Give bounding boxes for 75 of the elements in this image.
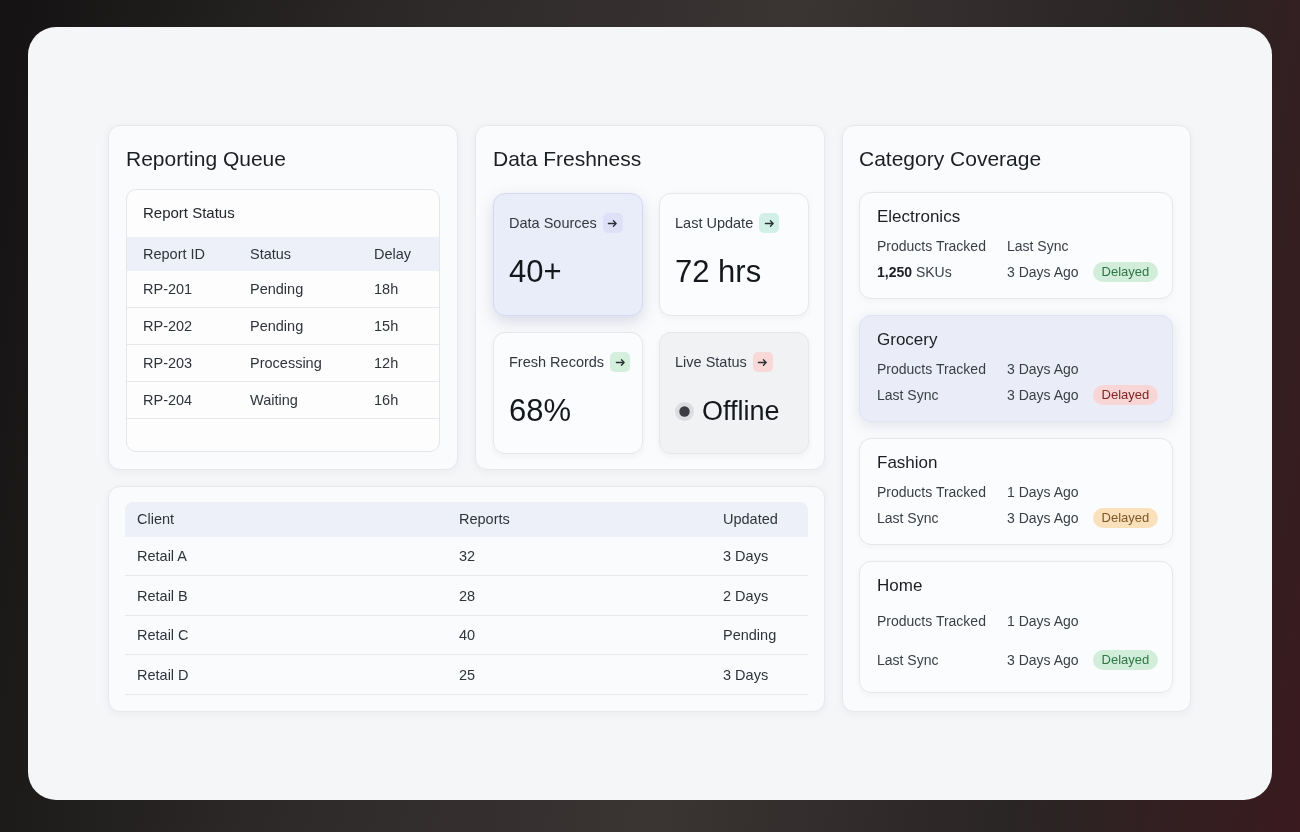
category-card[interactable]: Fashion Products Tracked 1 Days Ago Last Sync 3 Days Ago Delayed bbox=[859, 438, 1173, 545]
card-title: Data Freshness bbox=[493, 146, 643, 172]
table-cell-text: Waiting bbox=[250, 392, 299, 408]
table-cell-text: 16h bbox=[374, 392, 400, 408]
metric-label: Data Sources bbox=[509, 214, 597, 233]
column-header: Reports bbox=[459, 511, 511, 528]
table-cell-text: Retail B bbox=[137, 587, 189, 604]
metric-label: Last Update bbox=[675, 214, 754, 233]
category-detail: Last Sync bbox=[877, 650, 940, 670]
category-detail: 3 Days Ago bbox=[1007, 263, 1079, 282]
table-cell-text: Pending bbox=[723, 627, 778, 644]
category-name: Home bbox=[877, 575, 924, 597]
table-cell-text: 28 bbox=[459, 587, 477, 604]
column-header: Delay bbox=[374, 246, 413, 262]
category-name: Fashion bbox=[877, 452, 939, 474]
category-detail: 1,250 SKUs bbox=[877, 263, 953, 282]
status-badge: Delayed bbox=[1092, 649, 1159, 670]
table-cell-text: 3 Days bbox=[723, 666, 770, 683]
column-header: Client bbox=[137, 511, 176, 528]
category-detail: Last Sync bbox=[1007, 237, 1069, 256]
table-cell-text: 18h bbox=[374, 281, 400, 297]
category-detail: Last Sync bbox=[877, 509, 940, 528]
category-card[interactable]: Home Products Tracked 1 Days Ago Last Sync 3 Days Ago Delayed bbox=[859, 561, 1173, 693]
metric-label: Live Status bbox=[675, 353, 747, 372]
table-cell-text: Retail A bbox=[137, 547, 188, 564]
status-dot-icon bbox=[675, 401, 694, 421]
card-title: Category Coverage bbox=[859, 146, 1043, 172]
metric-value: 40+ bbox=[509, 253, 562, 291]
card-title: Reporting Queue bbox=[126, 146, 287, 172]
category-detail: Products Tracked bbox=[877, 483, 987, 502]
category-detail: Products Tracked bbox=[877, 237, 987, 256]
table-cell-text: Processing bbox=[250, 355, 323, 371]
category-card[interactable]: Electronics Products Tracked Last Sync 1,250 SKUs 3 Days Ago Delayed bbox=[859, 192, 1173, 299]
table-cell-text: 25 bbox=[459, 666, 477, 683]
category-detail: Products Tracked bbox=[877, 360, 987, 379]
metric-label: Fresh Records bbox=[509, 353, 605, 372]
table-cell-text: Pending bbox=[250, 281, 305, 297]
category-detail: 1 Days Ago bbox=[1007, 483, 1079, 502]
category-detail: 3 Days Ago bbox=[1007, 509, 1079, 528]
table-cell-text: Retail D bbox=[137, 666, 190, 683]
category-name: Electronics bbox=[877, 206, 962, 228]
metric-card[interactable]: Data Sources 40+ bbox=[493, 193, 643, 316]
table-cell-text: Retail C bbox=[137, 627, 190, 644]
table-cell-text: RP-201 bbox=[143, 281, 194, 297]
table-cell-text: 2 Days bbox=[723, 587, 770, 604]
status-badge: Delayed bbox=[1092, 385, 1159, 405]
column-header: Report ID bbox=[143, 246, 207, 262]
category-detail: 1 Days Ago bbox=[1007, 612, 1079, 632]
metric-value: 72 hrs bbox=[675, 253, 762, 291]
status-badge: Delayed bbox=[1092, 508, 1159, 528]
category-detail: 3 Days Ago bbox=[1007, 360, 1079, 379]
status-badge: Delayed bbox=[1092, 262, 1159, 282]
category-detail: 3 Days Ago bbox=[1007, 386, 1079, 405]
category-card[interactable]: Grocery Products Tracked 3 Days Ago Last Sync 3 Days Ago Delayed bbox=[859, 315, 1173, 422]
metric-value: 68% bbox=[509, 392, 572, 430]
table-cell-text: 12h bbox=[374, 355, 400, 371]
table-cell-text: Pending bbox=[250, 318, 305, 334]
category-detail: Products Tracked bbox=[877, 612, 987, 632]
table-cell-text: RP-202 bbox=[143, 318, 194, 334]
table-cell-text: RP-203 bbox=[143, 355, 194, 371]
metric-card[interactable]: Live Status Offline bbox=[659, 332, 809, 454]
table-cell-text: 32 bbox=[459, 547, 477, 564]
metric-value: Offline bbox=[702, 395, 780, 428]
metric-card[interactable]: Fresh Records 68% bbox=[493, 332, 643, 454]
table-title: Report Status bbox=[142, 203, 236, 223]
table-cell-text: RP-204 bbox=[143, 392, 194, 408]
table-cell-text: 15h bbox=[374, 318, 400, 334]
table-cell-text: 3 Days bbox=[723, 547, 770, 564]
column-header: Status bbox=[250, 246, 293, 262]
category-detail: Last Sync bbox=[877, 386, 940, 405]
metric-card[interactable]: Last Update 72 hrs bbox=[659, 193, 809, 316]
category-detail: 3 Days Ago bbox=[1007, 650, 1079, 670]
column-header: Updated bbox=[723, 511, 779, 528]
table-cell-text: 40 bbox=[459, 627, 477, 644]
category-name: Grocery bbox=[877, 329, 939, 351]
